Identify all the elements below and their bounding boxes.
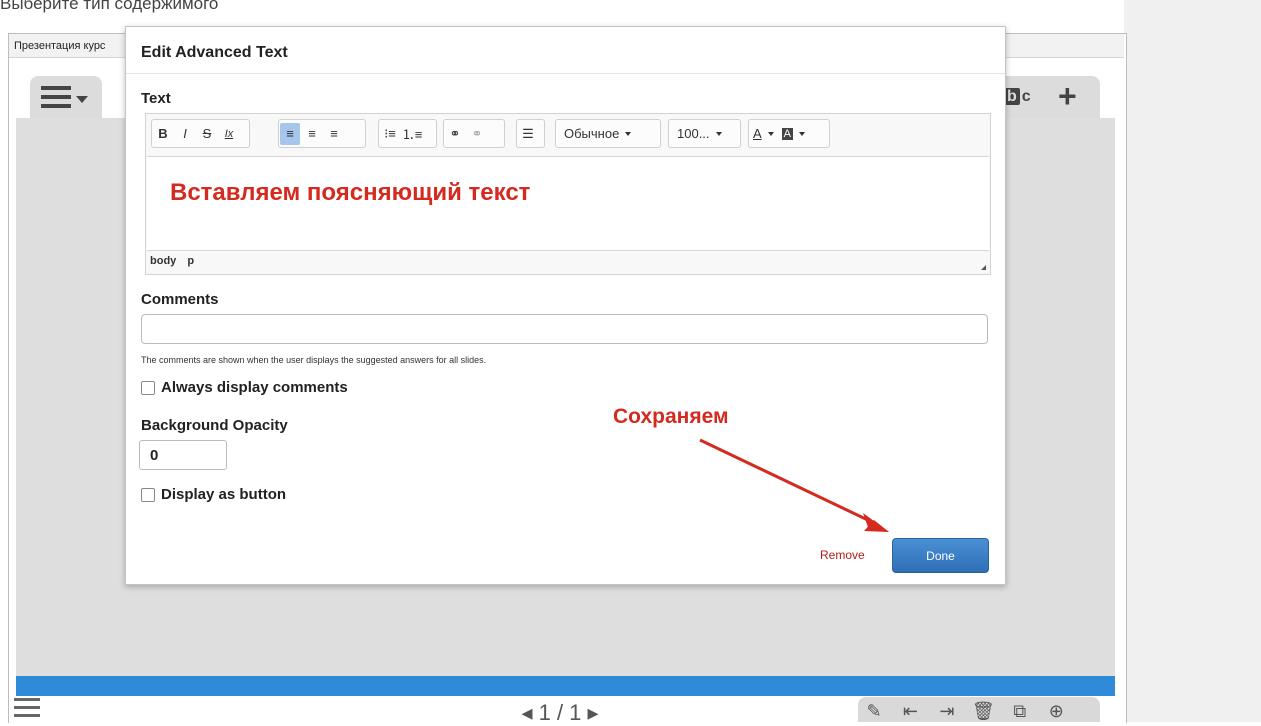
italic-button[interactable]: I xyxy=(175,123,195,145)
strike-button[interactable]: S xyxy=(197,123,217,145)
trash-icon[interactable]: 🗑 xyxy=(967,697,999,725)
chevron-down-icon xyxy=(767,131,774,136)
align-left-icon[interactable]: ≡ xyxy=(280,122,300,145)
chevron-down-icon xyxy=(76,96,88,103)
progress-bar xyxy=(16,676,1115,696)
clone-icon[interactable]: ⧉ xyxy=(1004,697,1036,725)
path-p[interactable]: p xyxy=(187,255,194,267)
element-path: body p xyxy=(150,255,202,267)
tab-presentation[interactable]: Презентация курс xyxy=(14,40,105,52)
background-opacity-label: Background Opacity xyxy=(141,417,288,434)
display-as-button-label: Display as button xyxy=(161,486,287,503)
slide-pager[interactable]: ◂ 1 / 1 ▸ xyxy=(480,700,640,726)
slide-tools: ✎ ⇤ ⇥ 🗑 ⧉ ⊕ xyxy=(858,697,1100,722)
hamburger-icon xyxy=(41,86,71,108)
rich-text-editor: B I S Ix ≡ ≡ ≡ ⁝≡ ⒈≡ ⚭ ⚭ ☰ Обычное 100..… xyxy=(145,113,991,275)
edit-advanced-text-dialog: Edit Advanced Text Text B I S Ix ≡ ≡ ≡ ⁝… xyxy=(125,26,1006,585)
resize-handle-icon[interactable] xyxy=(981,265,986,270)
horizontal-rule-icon[interactable]: ☰ xyxy=(518,123,538,145)
slide-menu-button[interactable] xyxy=(30,76,102,118)
bullet-list-icon[interactable]: ⁝≡ xyxy=(380,123,400,145)
editor-tools: bc + xyxy=(996,76,1100,118)
remove-link[interactable]: Remove xyxy=(820,548,865,562)
always-display-label: Always display comments xyxy=(161,379,348,396)
slide-back-icon[interactable]: ⇤ xyxy=(894,697,926,725)
chevron-down-icon xyxy=(799,131,806,136)
numbered-list-icon[interactable]: ⒈≡ xyxy=(402,123,423,145)
bold-button[interactable]: B xyxy=(153,123,173,145)
font-size-select[interactable]: 100... xyxy=(669,126,730,141)
bc-icon[interactable]: bc xyxy=(1004,88,1031,106)
clear-format-button[interactable]: Ix xyxy=(219,123,239,145)
display-as-button-row[interactable]: Display as button xyxy=(141,486,286,503)
style-select[interactable]: Обычное xyxy=(556,126,639,141)
comments-input[interactable] xyxy=(141,314,988,344)
dialog-header: Edit Advanced Text xyxy=(126,27,1005,74)
always-display-checkbox[interactable] xyxy=(141,380,155,395)
dialog-title: Edit Advanced Text xyxy=(141,44,288,61)
always-display-comments-row[interactable]: Always display comments xyxy=(141,379,348,396)
font-color-select[interactable]: A xyxy=(749,126,778,141)
brush-icon[interactable]: ✎ xyxy=(858,697,890,725)
align-center-icon[interactable]: ≡ xyxy=(302,123,322,145)
annotation-text: Сохраняем xyxy=(613,405,729,428)
bottom-menu-icon[interactable] xyxy=(14,698,40,718)
chevron-down-icon xyxy=(715,131,722,136)
text-label: Text xyxy=(141,90,171,107)
background-opacity-input[interactable]: 0 xyxy=(139,440,227,470)
editor-content-area[interactable]: Вставляем поясняющий текст xyxy=(147,156,989,251)
done-button[interactable]: Done xyxy=(892,538,989,573)
right-side-panel xyxy=(1124,0,1261,722)
plus-icon[interactable]: + xyxy=(1058,80,1077,112)
add-circle-icon[interactable]: ⊕ xyxy=(1040,697,1072,725)
display-as-button-checkbox[interactable] xyxy=(141,487,155,502)
align-right-icon[interactable]: ≡ xyxy=(324,123,344,145)
slide-forward-icon[interactable]: ⇥ xyxy=(931,697,963,725)
editor-text: Вставляем поясняющий текст xyxy=(170,179,531,206)
page-heading: Выберите тип содержимого xyxy=(0,0,219,13)
comments-help-text: The comments are shown when the user dis… xyxy=(141,355,487,365)
editor-toolbar: B I S Ix ≡ ≡ ≡ ⁝≡ ⒈≡ ⚭ ⚭ ☰ Обычное 100..… xyxy=(146,114,990,154)
link-icon[interactable]: ⚭ xyxy=(445,123,465,145)
background-color-select[interactable]: A xyxy=(778,127,809,140)
comments-label: Comments xyxy=(141,291,219,308)
unlink-icon[interactable]: ⚭ xyxy=(467,123,487,145)
chevron-down-icon xyxy=(625,131,632,136)
path-body[interactable]: body xyxy=(150,255,176,267)
